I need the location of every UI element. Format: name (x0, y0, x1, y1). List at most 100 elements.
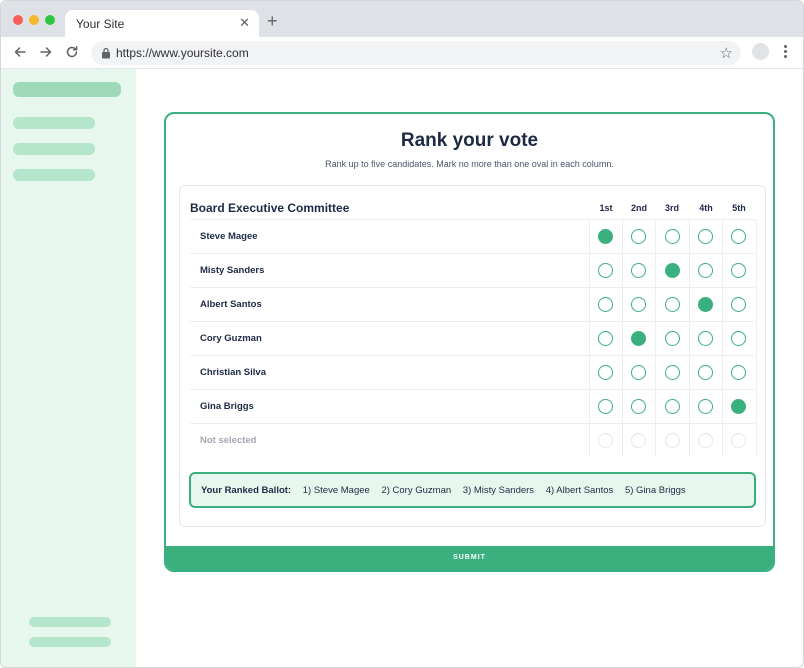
column-divider (722, 390, 723, 423)
url-text: https://www.yoursite.com (116, 46, 249, 60)
column-divider (756, 390, 757, 423)
close-window-button[interactable] (13, 15, 23, 25)
rank-oval[interactable] (631, 263, 646, 278)
column-divider (689, 220, 690, 253)
column-divider (589, 424, 590, 457)
candidate-row: Misty Sanders (190, 253, 757, 287)
rank-oval[interactable] (665, 263, 680, 278)
bookmark-star-icon[interactable]: ☆ (720, 44, 733, 62)
rank-oval[interactable] (731, 297, 746, 312)
candidate-row: Steve Magee (190, 219, 757, 253)
rank-oval[interactable] (631, 365, 646, 380)
rank-oval[interactable] (731, 331, 746, 346)
rank-oval[interactable] (598, 229, 613, 244)
rank-oval[interactable] (665, 331, 680, 346)
candidate-row: Christian Silva (190, 355, 757, 389)
column-header: 4th (699, 203, 713, 213)
rank-oval[interactable] (631, 399, 646, 414)
column-divider (722, 220, 723, 253)
candidate-row: Gina Briggs (190, 389, 757, 423)
rank-oval[interactable] (665, 365, 680, 380)
rank-oval[interactable] (698, 433, 713, 448)
candidate-row: Not selected (190, 423, 757, 457)
rank-oval[interactable] (698, 365, 713, 380)
rank-oval[interactable] (598, 263, 613, 278)
committee-title: Board Executive Committee (190, 201, 350, 215)
rank-oval[interactable] (598, 331, 613, 346)
sidebar-heading-placeholder[interactable] (13, 82, 121, 97)
rank-oval[interactable] (698, 331, 713, 346)
back-icon[interactable] (11, 43, 29, 61)
rank-oval[interactable] (698, 229, 713, 244)
rank-oval[interactable] (631, 433, 646, 448)
rank-oval[interactable] (698, 263, 713, 278)
summary-item: 3) Misty Sanders (462, 485, 535, 496)
column-divider (622, 322, 623, 355)
browser-tab[interactable]: Your Site ✕ (65, 10, 259, 37)
sidebar-item-placeholder[interactable] (13, 117, 95, 129)
rank-oval[interactable] (665, 433, 680, 448)
rank-oval[interactable] (598, 365, 613, 380)
rank-oval[interactable] (598, 433, 613, 448)
submit-button[interactable]: SUBMIT (166, 546, 773, 570)
maximize-window-button[interactable] (45, 15, 55, 25)
profile-avatar[interactable] (752, 43, 769, 60)
column-divider (689, 254, 690, 287)
rank-oval[interactable] (665, 399, 680, 414)
summary-item: 2) Cory Guzman (381, 485, 452, 496)
column-divider (622, 424, 623, 457)
tab-bar: Your Site ✕ + (1, 1, 803, 37)
sidebar-item-placeholder[interactable] (13, 143, 95, 155)
rank-oval[interactable] (631, 229, 646, 244)
address-bar[interactable]: https://www.yoursite.com ☆ (91, 41, 741, 65)
column-divider (622, 254, 623, 287)
page-title: Rank your vote (400, 130, 539, 151)
column-divider (655, 322, 656, 355)
column-divider (756, 288, 757, 321)
forward-icon[interactable] (37, 43, 55, 61)
lock-icon (102, 47, 110, 59)
column-divider (722, 288, 723, 321)
rank-oval[interactable] (698, 297, 713, 312)
reload-icon[interactable] (63, 43, 81, 61)
tab-close-icon[interactable]: ✕ (239, 15, 250, 31)
column-divider (756, 254, 757, 287)
submit-label: SUBMIT (453, 554, 486, 561)
column-header: 2nd (630, 203, 647, 213)
column-divider (722, 424, 723, 457)
candidate-name: Misty Sanders (200, 265, 265, 276)
column-divider (589, 390, 590, 423)
candidate-name: Cory Guzman (200, 333, 262, 344)
sidebar-footer-placeholder[interactable] (29, 617, 111, 627)
rank-oval[interactable] (731, 433, 746, 448)
rank-oval[interactable] (598, 399, 613, 414)
rank-oval[interactable] (631, 331, 646, 346)
minimize-window-button[interactable] (29, 15, 39, 25)
rank-oval[interactable] (731, 229, 746, 244)
rank-oval[interactable] (598, 297, 613, 312)
tab-title: Your Site (76, 17, 125, 31)
column-divider (689, 322, 690, 355)
column-divider (689, 424, 690, 457)
column-divider (622, 356, 623, 389)
browser-menu-icon[interactable] (781, 43, 789, 61)
rank-oval[interactable] (731, 399, 746, 414)
rank-oval[interactable] (731, 263, 746, 278)
sidebar-footer-placeholder[interactable] (29, 637, 111, 647)
rank-oval[interactable] (731, 365, 746, 380)
new-tab-button[interactable]: + (267, 12, 278, 30)
column-divider (589, 322, 590, 355)
column-divider (589, 288, 590, 321)
column-divider (589, 356, 590, 389)
summary-item: 4) Albert Santos (545, 485, 614, 496)
sidebar (1, 69, 136, 667)
candidate-row: Cory Guzman (190, 321, 757, 355)
rank-oval[interactable] (665, 229, 680, 244)
column-divider (756, 356, 757, 389)
rank-oval[interactable] (631, 297, 646, 312)
column-divider (655, 220, 656, 253)
rank-oval[interactable] (665, 297, 680, 312)
rank-oval[interactable] (698, 399, 713, 414)
sidebar-item-placeholder[interactable] (13, 169, 95, 181)
ranked-ballot-summary: Your Ranked Ballot: 1) Steve Magee 2) Co… (189, 472, 756, 508)
